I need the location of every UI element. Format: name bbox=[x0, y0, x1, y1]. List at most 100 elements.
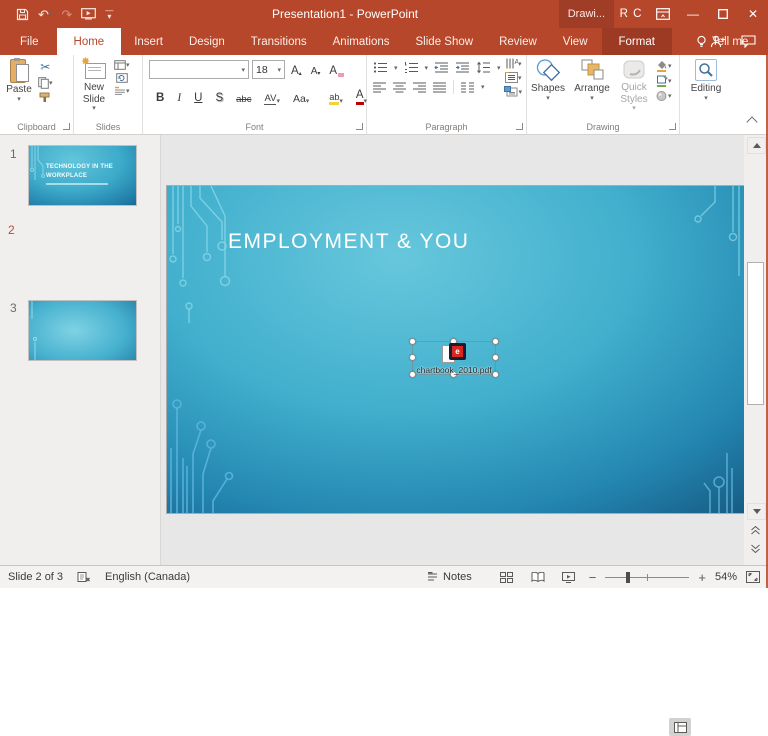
cut-button[interactable]: ✂ bbox=[38, 60, 53, 74]
paste-icon bbox=[9, 58, 29, 84]
font-dialog-launcher[interactable] bbox=[356, 123, 363, 130]
next-slide-icon[interactable] bbox=[747, 541, 764, 556]
undo-button[interactable]: ↶▾ bbox=[38, 8, 52, 21]
zoom-out-button[interactable]: − bbox=[589, 570, 597, 585]
text-direction-button[interactable]: A▾ bbox=[504, 58, 522, 69]
tab-insert[interactable]: Insert bbox=[121, 28, 176, 55]
language-indicator[interactable]: English (Canada) bbox=[105, 571, 190, 583]
format-painter-button[interactable] bbox=[38, 92, 53, 103]
shape-effects-button[interactable]: ▾ bbox=[655, 90, 672, 102]
tab-design[interactable]: Design bbox=[176, 28, 238, 55]
layout-button[interactable]: ▾ bbox=[114, 60, 130, 70]
drawing-dialog-launcher[interactable] bbox=[669, 123, 676, 130]
zoom-slider[interactable] bbox=[605, 570, 689, 584]
editing-button[interactable]: Editing▾ bbox=[680, 59, 732, 102]
paste-button[interactable]: Paste▾ bbox=[2, 58, 36, 103]
ribbon-display-options-icon[interactable] bbox=[648, 0, 678, 28]
shape-effects-icon bbox=[655, 90, 668, 102]
share-icon[interactable] bbox=[710, 35, 725, 48]
shapes-button[interactable]: Shapes▾ bbox=[527, 58, 569, 112]
align-left-button[interactable] bbox=[373, 82, 386, 93]
scrollbar-thumb[interactable] bbox=[747, 262, 764, 405]
shape-outline-button[interactable]: ▾ bbox=[655, 75, 672, 87]
new-slide-button[interactable]: ✸ New Slide▾ bbox=[74, 58, 114, 112]
minimize-button[interactable]: — bbox=[678, 0, 708, 28]
arrange-button[interactable]: Arrange▾ bbox=[569, 58, 615, 112]
resize-handle-w[interactable] bbox=[409, 354, 416, 361]
align-center-button[interactable] bbox=[393, 82, 406, 93]
zoom-in-button[interactable]: + bbox=[698, 570, 706, 585]
justify-button[interactable] bbox=[433, 82, 446, 93]
reset-button[interactable] bbox=[114, 73, 130, 83]
slide-sorter-view-button[interactable] bbox=[496, 568, 518, 586]
slide-3-thumbnail[interactable] bbox=[28, 300, 137, 361]
save-icon[interactable] bbox=[16, 8, 29, 21]
clear-formatting-button[interactable]: A bbox=[326, 60, 347, 79]
maximize-button[interactable] bbox=[708, 0, 738, 28]
decrease-indent-button[interactable] bbox=[434, 61, 449, 74]
tab-view[interactable]: View bbox=[550, 28, 601, 55]
reading-view-button[interactable] bbox=[527, 568, 549, 586]
copy-button[interactable]: ▾ bbox=[38, 77, 53, 89]
line-spacing-button[interactable] bbox=[476, 61, 491, 74]
increase-font-size-button[interactable]: A▴ bbox=[288, 60, 305, 79]
character-spacing-button[interactable]: AV▾ bbox=[261, 92, 282, 107]
editing-search-icon bbox=[695, 59, 717, 81]
scroll-down-icon[interactable] bbox=[747, 503, 766, 520]
columns-button[interactable] bbox=[461, 82, 474, 93]
current-slide[interactable]: EMPLOYMENT & YOU e chartbook_2010.pdf bbox=[166, 185, 745, 514]
scroll-up-icon[interactable] bbox=[747, 137, 766, 154]
underline-button[interactable]: U bbox=[191, 91, 205, 107]
collapse-ribbon-icon[interactable] bbox=[746, 116, 757, 127]
zoom-level[interactable]: 54% bbox=[715, 571, 737, 583]
tab-home[interactable]: Home bbox=[57, 28, 122, 55]
slide-indicator[interactable]: Slide 2 of 3 bbox=[8, 571, 63, 583]
zoom-slider-thumb[interactable] bbox=[626, 572, 630, 583]
tab-review[interactable]: Review bbox=[486, 28, 550, 55]
align-right-button[interactable] bbox=[413, 82, 426, 93]
contextual-tab-group-label[interactable]: Drawi... bbox=[559, 0, 614, 28]
paragraph-dialog-launcher[interactable] bbox=[516, 123, 523, 130]
text-highlight-button[interactable]: ab▾ bbox=[326, 91, 346, 107]
tab-animations[interactable]: Animations bbox=[320, 28, 403, 55]
convert-smartart-button[interactable]: ▾ bbox=[504, 86, 522, 97]
bold-button[interactable]: B bbox=[153, 91, 167, 107]
change-case-button[interactable]: Aa▾ bbox=[290, 92, 312, 107]
strikethrough-button[interactable]: abc bbox=[233, 93, 254, 107]
start-from-beginning-icon[interactable] bbox=[81, 8, 96, 20]
comments-icon[interactable] bbox=[741, 35, 756, 48]
resize-handle-ne[interactable] bbox=[492, 338, 499, 345]
close-button[interactable]: ✕ bbox=[738, 0, 768, 28]
tab-slide-show[interactable]: Slide Show bbox=[403, 28, 487, 55]
resize-handle-e[interactable] bbox=[492, 354, 499, 361]
section-button[interactable]: ▾ bbox=[114, 86, 130, 96]
previous-slide-icon[interactable] bbox=[747, 523, 764, 538]
customize-qat-icon[interactable]: ―▾ bbox=[105, 8, 113, 21]
font-name-combo[interactable]: ▾ bbox=[149, 60, 249, 79]
account-initials[interactable]: R C bbox=[614, 0, 648, 28]
normal-view-button[interactable] bbox=[669, 718, 691, 736]
font-size-combo[interactable]: 18▾ bbox=[252, 60, 285, 79]
decrease-font-size-button[interactable]: A▾ bbox=[308, 60, 324, 79]
slide-1-thumbnail[interactable]: TECHNOLOGY IN THE WORKPLACE bbox=[28, 145, 137, 206]
tab-file[interactable]: File bbox=[6, 28, 53, 55]
notes-button[interactable]: Notes bbox=[427, 571, 472, 583]
shape-fill-button[interactable]: ▾ bbox=[655, 60, 672, 72]
bullets-button[interactable] bbox=[373, 61, 388, 74]
spell-check-icon[interactable] bbox=[77, 571, 91, 583]
slide-1-number: 1 bbox=[10, 147, 17, 161]
increase-indent-button[interactable] bbox=[455, 61, 470, 74]
embedded-pdf-object-selected[interactable]: e chartbook_2010.pdf bbox=[409, 338, 499, 378]
resize-handle-nw[interactable] bbox=[409, 338, 416, 345]
italic-button[interactable]: I bbox=[174, 91, 184, 107]
undo-dropdown-icon[interactable]: ▾ bbox=[49, 11, 53, 18]
tab-transitions[interactable]: Transitions bbox=[238, 28, 320, 55]
slide-show-button[interactable] bbox=[558, 568, 580, 586]
align-text-button[interactable]: ▾ bbox=[504, 72, 522, 83]
numbering-button[interactable] bbox=[404, 61, 419, 74]
text-shadow-button[interactable]: S bbox=[212, 91, 226, 107]
tab-format[interactable]: Format bbox=[602, 28, 672, 55]
clipboard-dialog-launcher[interactable] bbox=[63, 123, 70, 130]
slide-title[interactable]: EMPLOYMENT & YOU bbox=[228, 230, 469, 254]
fit-slide-to-window-icon[interactable] bbox=[746, 571, 760, 583]
